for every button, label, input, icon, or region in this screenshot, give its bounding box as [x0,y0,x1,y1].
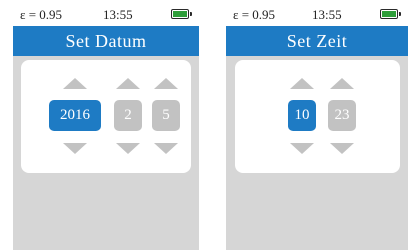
clock: 13:55 [312,7,342,22]
minute-down-arrow-icon[interactable] [330,143,354,154]
screen-title: Set Datum [65,30,147,51]
emissivity-readout: ε = 0.95 [233,7,276,22]
hour-picker: 10 [288,78,316,154]
minute-picker: 23 [328,78,356,154]
hour-down-arrow-icon[interactable] [290,143,314,154]
month-down-arrow-icon[interactable] [116,143,140,154]
date-screen: ε = 0.95 13:55 Set Datum 2016 2 5 [13,4,199,250]
minute-value[interactable]: 23 [328,100,356,131]
year-picker: 2016 [49,78,101,154]
emissivity-readout: ε = 0.95 [20,7,63,22]
day-value[interactable]: 5 [152,100,180,131]
time-picker-panel: 10 23 [235,60,400,173]
clock: 13:55 [103,7,133,22]
screen-title: Set Zeit [286,30,348,51]
year-value[interactable]: 2016 [49,100,101,131]
status-bar: ε = 0.95 13:55 [13,4,199,26]
hour-up-arrow-icon[interactable] [290,78,314,89]
time-screen: ε = 0.95 13:55 Set Zeit 10 23 [226,4,408,250]
day-picker: 5 [152,78,180,154]
hour-value[interactable]: 10 [288,100,316,131]
year-down-arrow-icon[interactable] [63,143,87,154]
month-picker: 2 [114,78,142,154]
month-value[interactable]: 2 [114,100,142,131]
day-up-arrow-icon[interactable] [154,78,178,89]
status-bar: ε = 0.95 13:55 [226,4,408,26]
title-bar: Set Zeit [226,26,408,56]
year-up-arrow-icon[interactable] [63,78,87,89]
month-up-arrow-icon[interactable] [116,78,140,89]
title-bar: Set Datum [13,26,199,56]
battery-icon [171,9,192,19]
date-picker-panel: 2016 2 5 [21,60,191,173]
minute-up-arrow-icon[interactable] [330,78,354,89]
day-down-arrow-icon[interactable] [154,143,178,154]
battery-icon [380,9,401,19]
